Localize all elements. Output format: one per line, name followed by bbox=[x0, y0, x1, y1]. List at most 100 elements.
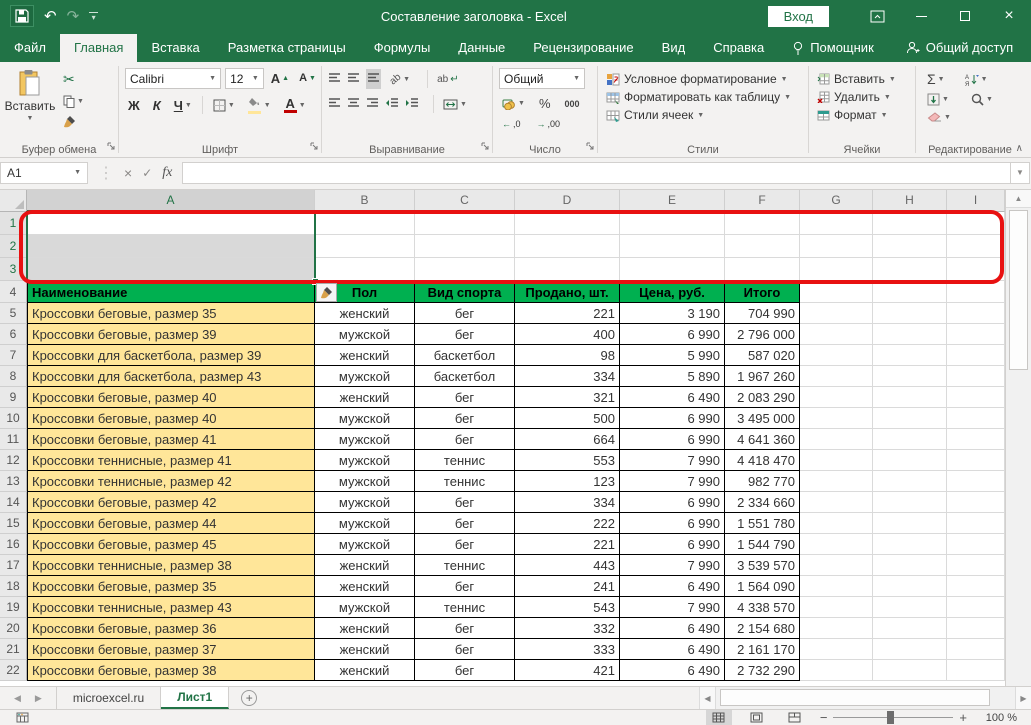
cell-H2[interactable] bbox=[873, 235, 947, 258]
cell-I4[interactable] bbox=[947, 281, 1005, 303]
cell[interactable]: бег bbox=[415, 429, 515, 450]
page-layout-view-button[interactable] bbox=[744, 710, 770, 725]
decrease-decimal-button[interactable]: → ,00 bbox=[534, 118, 564, 130]
cell[interactable]: 421 bbox=[515, 660, 620, 681]
cell[interactable]: 443 bbox=[515, 555, 620, 576]
cell[interactable]: женский bbox=[315, 555, 415, 576]
cell[interactable]: женский bbox=[315, 660, 415, 681]
cell[interactable]: женский bbox=[315, 618, 415, 639]
row-header-14[interactable]: 14 bbox=[0, 492, 27, 513]
cell-I22[interactable] bbox=[947, 660, 1005, 681]
save-button[interactable] bbox=[10, 5, 34, 27]
cell[interactable]: баскетбол bbox=[415, 345, 515, 366]
cell-H10[interactable] bbox=[873, 408, 947, 429]
cell[interactable]: 221 bbox=[515, 534, 620, 555]
cell[interactable]: 4 338 570 bbox=[725, 597, 800, 618]
cell[interactable]: Кроссовки теннисные, размер 38 bbox=[27, 555, 315, 576]
cell[interactable]: Кроссовки беговые, размер 45 bbox=[27, 534, 315, 555]
cell-C2[interactable] bbox=[415, 235, 515, 258]
insert-cells-button[interactable]: Вставить ▼ bbox=[817, 72, 913, 86]
cell[interactable]: 6 490 bbox=[620, 387, 725, 408]
cell[interactable]: 4 641 360 bbox=[725, 429, 800, 450]
cell[interactable]: мужской bbox=[315, 471, 415, 492]
cell-D1[interactable] bbox=[515, 212, 620, 235]
page-break-view-button[interactable] bbox=[782, 710, 808, 725]
cell[interactable]: мужской bbox=[315, 513, 415, 534]
cell-I19[interactable] bbox=[947, 597, 1005, 618]
cell[interactable]: 7 990 bbox=[620, 471, 725, 492]
cell[interactable]: 6 990 bbox=[620, 324, 725, 345]
tab-help[interactable]: Справка bbox=[699, 34, 778, 62]
format-painter-button[interactable] bbox=[60, 114, 87, 129]
cell[interactable]: женский bbox=[315, 303, 415, 324]
cell-G21[interactable] bbox=[800, 639, 873, 660]
cell[interactable]: 1 551 780 bbox=[725, 513, 800, 534]
prev-sheet-button[interactable]: ◀ bbox=[14, 693, 21, 704]
cell[interactable]: женский bbox=[315, 387, 415, 408]
alignment-dialog-launcher[interactable] bbox=[481, 137, 489, 155]
cell[interactable]: 221 bbox=[515, 303, 620, 324]
comma-style-button[interactable]: 000 bbox=[562, 98, 583, 110]
cell-I1[interactable] bbox=[947, 212, 1005, 235]
cell-G20[interactable] bbox=[800, 618, 873, 639]
cell-I8[interactable] bbox=[947, 366, 1005, 387]
cell[interactable]: теннис bbox=[415, 597, 515, 618]
sign-in-button[interactable]: Вход bbox=[767, 5, 829, 27]
cell[interactable]: Кроссовки беговые, размер 37 bbox=[27, 639, 315, 660]
cell[interactable]: Кроссовки беговые, размер 40 bbox=[27, 387, 315, 408]
cell-F2[interactable] bbox=[725, 235, 800, 258]
cell[interactable]: теннис bbox=[415, 555, 515, 576]
tab-home[interactable]: Главная bbox=[59, 34, 138, 62]
cell-G16[interactable] bbox=[800, 534, 873, 555]
cell[interactable]: 241 bbox=[515, 576, 620, 597]
formula-bar-expand-button[interactable]: ▼ bbox=[1010, 161, 1030, 184]
paste-dropdown[interactable]: ▼ bbox=[27, 115, 34, 122]
cell[interactable]: 4 418 470 bbox=[725, 450, 800, 471]
row-header-22[interactable]: 22 bbox=[0, 660, 27, 681]
sheet-tab-list1[interactable]: Лист1 bbox=[161, 687, 230, 709]
cell[interactable]: женский bbox=[315, 639, 415, 660]
cell[interactable]: бег bbox=[415, 618, 515, 639]
cell[interactable]: 543 bbox=[515, 597, 620, 618]
cell[interactable]: Кроссовки беговые, размер 44 bbox=[27, 513, 315, 534]
cell[interactable]: 500 bbox=[515, 408, 620, 429]
cell[interactable]: 6 490 bbox=[620, 660, 725, 681]
row-header-18[interactable]: 18 bbox=[0, 576, 27, 597]
cell[interactable]: 1 967 260 bbox=[725, 366, 800, 387]
horizontal-scroll-track[interactable] bbox=[715, 687, 1015, 709]
row-header-1[interactable]: 1 bbox=[0, 212, 27, 235]
sheet-tab-microexcel[interactable]: microexcel.ru bbox=[57, 687, 162, 709]
cell[interactable]: бег bbox=[415, 513, 515, 534]
wrap-text-button[interactable]: ab ↵ bbox=[434, 73, 462, 86]
cell-H12[interactable] bbox=[873, 450, 947, 471]
cell-G10[interactable] bbox=[800, 408, 873, 429]
cell[interactable]: 6 490 bbox=[620, 618, 725, 639]
cell[interactable]: 7 990 bbox=[620, 450, 725, 471]
cell-I17[interactable] bbox=[947, 555, 1005, 576]
cell-F1[interactable] bbox=[725, 212, 800, 235]
cell[interactable]: 6 990 bbox=[620, 492, 725, 513]
cell[interactable]: 2 732 290 bbox=[725, 660, 800, 681]
cell[interactable]: Кроссовки для баскетбола, размер 43 bbox=[27, 366, 315, 387]
select-all-corner[interactable] bbox=[0, 190, 27, 212]
cell-H22[interactable] bbox=[873, 660, 947, 681]
zoom-slider-thumb[interactable] bbox=[887, 711, 895, 724]
cell[interactable]: теннис bbox=[415, 450, 515, 471]
scroll-right-button[interactable]: ▶ bbox=[1015, 687, 1031, 709]
cell-I6[interactable] bbox=[947, 324, 1005, 345]
cell-G12[interactable] bbox=[800, 450, 873, 471]
cell-A3[interactable] bbox=[27, 258, 315, 281]
cell-G14[interactable] bbox=[800, 492, 873, 513]
cell[interactable]: 6 490 bbox=[620, 639, 725, 660]
cell-G9[interactable] bbox=[800, 387, 873, 408]
cell[interactable]: 6 990 bbox=[620, 429, 725, 450]
zoom-in-button[interactable]: + bbox=[959, 710, 967, 725]
cell[interactable]: 2 161 170 bbox=[725, 639, 800, 660]
autosum-button[interactable]: Σ ▼ bbox=[924, 70, 948, 88]
table-header-cell[interactable]: Наименование bbox=[27, 281, 315, 303]
collapse-ribbon-button[interactable]: ∧ bbox=[1016, 143, 1023, 154]
cell-I2[interactable] bbox=[947, 235, 1005, 258]
clipboard-dialog-launcher[interactable] bbox=[107, 137, 115, 155]
name-box[interactable]: A1 ▼ bbox=[0, 161, 88, 184]
cell[interactable]: 2 334 660 bbox=[725, 492, 800, 513]
